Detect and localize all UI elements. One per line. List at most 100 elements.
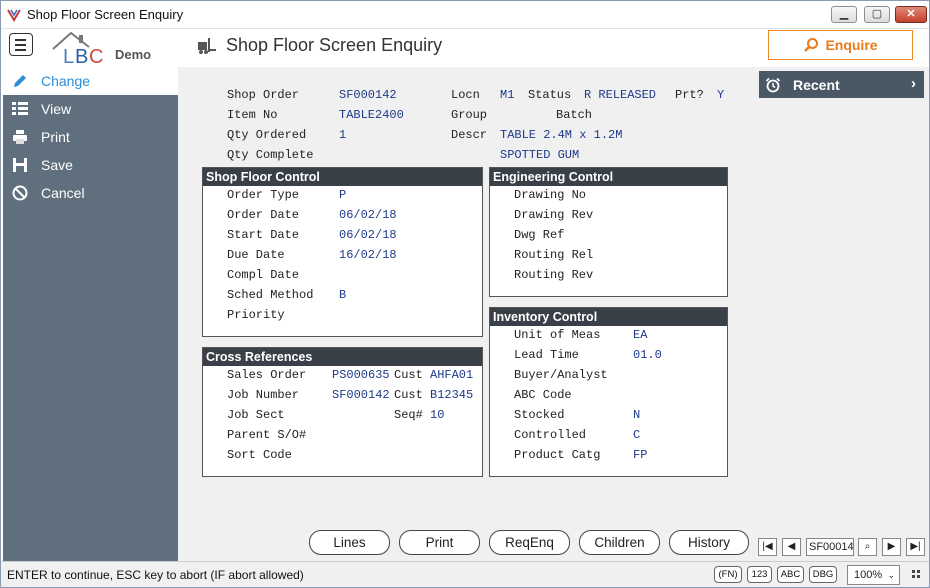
logo-demo-label: Demo	[115, 47, 152, 62]
next-record-icon[interactable]: ▶	[882, 538, 901, 556]
sidebar-item-label: Cancel	[41, 185, 85, 201]
svg-text:L: L	[63, 46, 74, 65]
resize-grip-icon[interactable]	[912, 570, 921, 579]
group-value[interactable]: Batch	[556, 108, 592, 122]
stocked-label: Stocked	[514, 408, 565, 422]
enquire-button[interactable]: Enquire	[768, 30, 913, 60]
alarm-clock-icon	[765, 77, 781, 92]
pencil-icon	[11, 72, 29, 90]
printer-icon	[11, 128, 29, 146]
children-button[interactable]: Children	[579, 530, 660, 555]
floppy-icon	[11, 156, 29, 174]
shop-order-label: Shop Order	[227, 88, 300, 102]
record-input[interactable]: SF00014	[806, 538, 854, 556]
page-title: Shop Floor Screen Enquiry	[226, 35, 443, 55]
sidebar-item-save[interactable]: Save	[3, 151, 178, 179]
routing-rev-label: Routing Rev	[514, 268, 594, 282]
job-cust-value[interactable]: B12345	[430, 388, 473, 402]
zoom-value: 100%	[854, 569, 883, 581]
sched-method-value[interactable]: B	[339, 288, 346, 302]
order-date-value[interactable]: 06/02/18	[339, 208, 397, 222]
engineering-control-heading: Engineering Control	[490, 168, 727, 186]
descr-line-2[interactable]: SPOTTED GUM	[500, 148, 579, 162]
order-type-value[interactable]: P	[339, 188, 346, 202]
prt-label: Prt?	[675, 88, 704, 102]
fn-indicator[interactable]: (FN)	[714, 566, 742, 583]
recent-label: Recent	[793, 76, 840, 93]
sales-cust-label: Cust	[394, 368, 423, 382]
unit-of-meas-value[interactable]: EA	[633, 328, 647, 342]
svg-text:C: C	[89, 46, 103, 65]
descr-label: Descr	[451, 128, 488, 142]
first-record-icon[interactable]: |◀	[758, 538, 777, 556]
unit-of-meas-label: Unit of Meas	[514, 328, 601, 342]
start-date-value[interactable]: 06/02/18	[339, 228, 397, 242]
close-window-button[interactable]: ✕	[895, 6, 927, 23]
abc-indicator[interactable]: ABC	[777, 566, 804, 583]
due-date-value[interactable]: 16/02/18	[339, 248, 397, 262]
cross-references-heading: Cross References	[203, 348, 482, 366]
sales-order-label: Sales Order	[227, 368, 307, 382]
qty-ordered-value[interactable]: 1	[339, 128, 346, 142]
sidebar-item-change[interactable]: Change	[3, 67, 178, 95]
sched-method-label: Sched Method	[227, 288, 314, 302]
controlled-value[interactable]: C	[633, 428, 640, 442]
app-window: Shop Floor Screen Enquiry ▁ ▢ ✕ L B C De…	[0, 0, 930, 588]
chevron-down-icon: ⌄	[887, 570, 895, 580]
num-indicator[interactable]: 123	[747, 566, 772, 583]
status-value[interactable]: R RELEASED	[584, 88, 656, 102]
sales-cust-value[interactable]: AHFA01	[430, 368, 473, 382]
sidebar-item-cancel[interactable]: Cancel	[3, 179, 178, 207]
last-record-icon[interactable]: ▶|	[906, 538, 925, 556]
descr-line-1[interactable]: TABLE 2.4M x 1.2M	[500, 128, 622, 142]
group-label: Group	[451, 108, 488, 122]
chevron-right-icon: ›	[911, 75, 916, 92]
cancel-icon	[11, 184, 29, 202]
search-record-icon[interactable]: ⌕	[858, 538, 877, 556]
parent-so-label: Parent S/O#	[227, 428, 307, 442]
qty-complete-label: Qty Complete	[227, 148, 314, 162]
shop-order-value[interactable]: SF000142	[339, 88, 397, 102]
prt-value[interactable]: Y	[717, 88, 724, 102]
inventory-control-heading: Inventory Control	[490, 308, 727, 326]
dwg-ref-label: Dwg Ref	[514, 228, 565, 242]
stocked-value[interactable]: N	[633, 408, 640, 422]
priority-label: Priority	[227, 308, 285, 322]
sales-order-value[interactable]: PS000635	[332, 368, 390, 382]
job-number-value[interactable]: SF000142	[332, 388, 390, 402]
dbg-indicator[interactable]: DBG	[809, 566, 837, 583]
minimize-button[interactable]: ▁	[831, 6, 857, 23]
recent-button[interactable]: Recent ›	[759, 71, 924, 98]
zoom-select[interactable]: 100% ⌄	[847, 565, 900, 585]
drawing-rev-label: Drawing Rev	[514, 208, 594, 222]
window-title: Shop Floor Screen Enquiry	[27, 7, 184, 22]
sidebar-item-print[interactable]: Print	[3, 123, 178, 151]
print-button[interactable]: Print	[399, 530, 480, 555]
sidebar-item-label: View	[41, 101, 72, 117]
status-bar: ENTER to continue, ESC key to abort (IF …	[1, 561, 929, 587]
controlled-label: Controlled	[514, 428, 587, 442]
sidebar-item-label: Print	[41, 129, 70, 145]
sidebar-item-view[interactable]: View	[3, 95, 178, 123]
sidebar-item-label: Save	[41, 157, 73, 173]
history-button[interactable]: History	[669, 530, 749, 555]
sort-code-label: Sort Code	[227, 448, 292, 462]
locn-value[interactable]: M1	[500, 88, 514, 102]
product-catg-value[interactable]: FP	[633, 448, 647, 462]
hamburger-menu-button[interactable]	[9, 33, 33, 56]
svg-text:B: B	[75, 46, 88, 65]
reqenq-button[interactable]: ReqEnq	[489, 530, 570, 555]
lines-button[interactable]: Lines	[309, 530, 390, 555]
drawing-no-label: Drawing No	[514, 188, 587, 202]
maximize-button[interactable]: ▢	[864, 6, 890, 23]
sidebar-item-label: Change	[41, 73, 91, 89]
search-icon	[804, 38, 819, 52]
locn-label: Locn	[451, 88, 480, 102]
seq-value[interactable]: 10	[430, 408, 444, 422]
status-label: Status	[528, 88, 572, 102]
due-date-label: Due Date	[227, 248, 285, 262]
item-no-value[interactable]: TABLE2400	[339, 108, 404, 122]
lead-time-value[interactable]: 01.0	[633, 348, 662, 362]
prev-record-icon[interactable]: ◀	[782, 538, 801, 556]
item-no-label: Item No	[227, 108, 278, 122]
